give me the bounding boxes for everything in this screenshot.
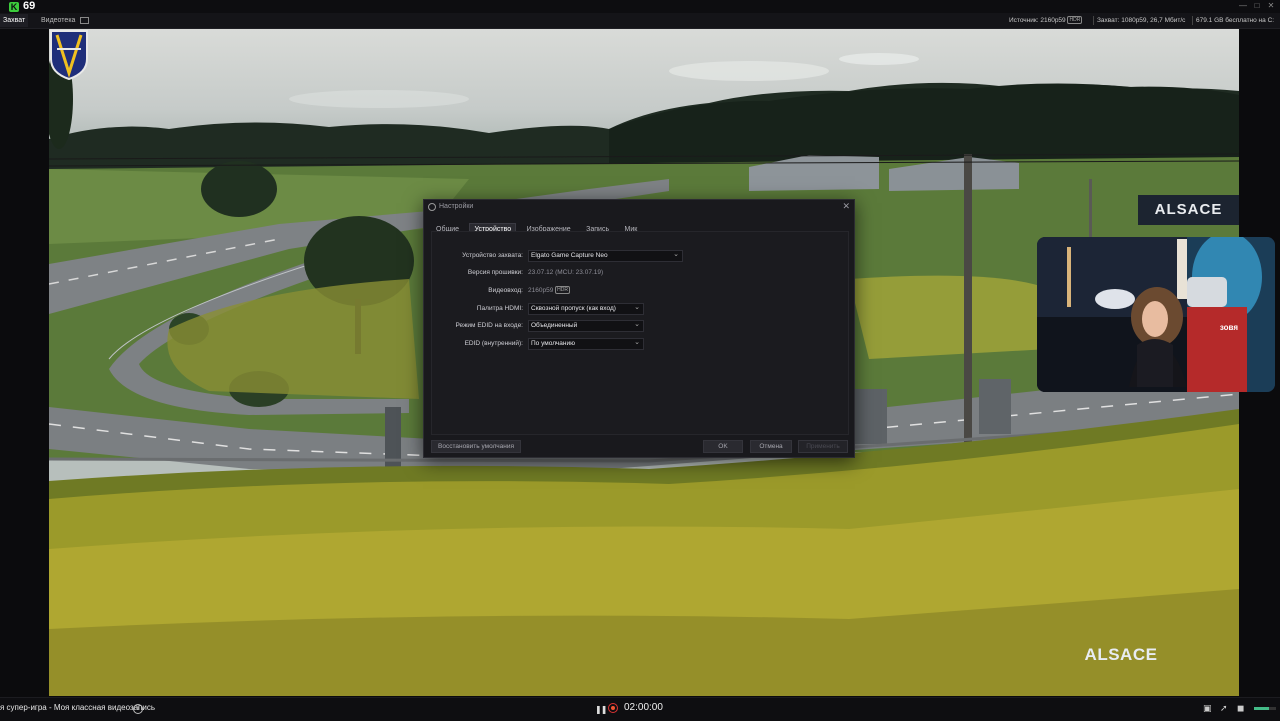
- status-divider: [1093, 16, 1094, 25]
- mode-tab-bar: Захват Видеотека Источник: 2160p59 HDR З…: [0, 13, 1280, 29]
- chevron-down-icon: ⌄: [634, 339, 640, 346]
- dialog-close-icon[interactable]: ✕: [842, 201, 850, 212]
- edid-internal-select[interactable]: По умолчанию ⌄: [528, 338, 644, 350]
- settings-tabs: Общие Устройство Изображение Запись Мик: [431, 218, 643, 237]
- apply-button[interactable]: Применить: [798, 440, 848, 453]
- video-input-hdr-badge: HDR: [555, 286, 570, 295]
- capture-device-value: Elgato Game Capture Neo: [531, 252, 608, 259]
- chevron-down-icon: ⌄: [634, 321, 640, 328]
- video-input-row: Видеовход: 2160p59 HDR: [432, 285, 848, 296]
- hdmi-palette-row: Палитра HDMI: Сквозной пропуск (как вход…: [432, 303, 848, 315]
- minimize-icon[interactable]: —: [1236, 0, 1250, 13]
- edid-mode-row: Режим EDID на входе: Объединенный ⌄: [432, 320, 848, 332]
- capture-device-row: Устройство захвата: Elgato Game Capture …: [432, 250, 848, 262]
- source-status: Источник: 2160p59 HDR: [1009, 14, 1083, 27]
- edid-mode-label: Режим EDID на входе:: [455, 322, 523, 329]
- edid-mode-select[interactable]: Объединенный ⌄: [528, 320, 644, 332]
- status-divider: [1192, 16, 1193, 25]
- video-input-label: Видеовход:: [488, 287, 523, 294]
- record-icon[interactable]: [608, 703, 618, 713]
- hdmi-palette-value: Сквозной пропуск (как вход): [531, 305, 616, 312]
- dialog-title: Настройки: [439, 203, 474, 210]
- info-icon[interactable]: i: [133, 704, 143, 714]
- speaker-icon[interactable]: ◼: [1237, 703, 1244, 714]
- webcam-overlay: зовя: [1037, 237, 1275, 392]
- edid-mode-value: Объединенный: [531, 322, 578, 329]
- restore-defaults-button[interactable]: Восстановить умолчания: [431, 440, 521, 453]
- ok-button[interactable]: OK: [703, 440, 743, 453]
- hdr-badge: HDR: [1067, 16, 1083, 25]
- tab-capture-label: Захват: [3, 17, 26, 24]
- screenshot-icon[interactable]: ▣: [1203, 703, 1212, 714]
- tab-capture[interactable]: Захват: [0, 14, 29, 27]
- hdmi-palette-select[interactable]: Сквозной пропуск (как вход) ⌄: [528, 303, 644, 315]
- firmware-row: Версия прошивки: 23.07.12 (MCU: 23.07.19…: [432, 267, 848, 278]
- tab-library-label: Видеотека: [41, 17, 76, 24]
- tab-library[interactable]: Видеотека: [38, 14, 92, 27]
- library-icon: [80, 16, 90, 24]
- app-logo-icon: K: [9, 2, 19, 12]
- bottom-control-bar: я супер-игра - Моя классная видеозапись …: [0, 697, 1280, 721]
- capture-status: Захват: 1080p59, 26,7 Мбит/с: [1097, 17, 1186, 24]
- recording-timer: 02:00:00: [624, 702, 663, 713]
- fps-counter: 69: [23, 0, 36, 12]
- settings-gear-icon: [428, 203, 436, 211]
- cancel-button[interactable]: Отмена: [750, 440, 792, 453]
- video-input-value: 2160p59 HDR: [528, 285, 570, 296]
- pause-icon[interactable]: ❚❚: [595, 705, 607, 714]
- edid-internal-label: EDID (внутренний):: [464, 340, 523, 347]
- video-input-resolution: 2160p59: [528, 287, 554, 294]
- chevron-down-icon: ⌄: [634, 304, 640, 311]
- alsace-road-sign: ALSACE: [1138, 195, 1239, 225]
- recording-title[interactable]: я супер-игра - Моя классная видеозапись: [0, 703, 155, 712]
- title-bar: K 69 — □ ✕: [0, 0, 1280, 13]
- audio-level-meter[interactable]: [1254, 707, 1276, 710]
- source-status-text: Источник: 2160p59: [1009, 17, 1066, 24]
- firmware-label: Версия прошивки:: [467, 269, 523, 276]
- firmware-value: 23.07.12 (MCU: 23.07.19): [528, 269, 604, 276]
- magic-wand-icon[interactable]: ➚: [1220, 703, 1228, 714]
- alsace-logo-text: ALSACE: [1084, 645, 1158, 664]
- webcam-overlay-text: зовя: [1219, 323, 1238, 332]
- settings-dialog: Настройки ✕ Общие Устройство Изображение…: [423, 199, 855, 458]
- capture-device-select[interactable]: Elgato Game Capture Neo ⌄: [528, 250, 683, 262]
- capture-device-label: Устройство захвата:: [462, 252, 523, 259]
- disk-space-status: 679.1 GB бесплатно на C:: [1196, 17, 1275, 24]
- chevron-down-icon: ⌄: [673, 251, 679, 258]
- edid-internal-row: EDID (внутренний): По умолчанию ⌄: [432, 338, 848, 350]
- device-settings-panel: Устройство захвата: Elgato Game Capture …: [431, 231, 849, 435]
- edid-internal-value: По умолчанию: [531, 340, 575, 347]
- maximize-icon[interactable]: □: [1250, 0, 1264, 13]
- hdmi-palette-label: Палитра HDMI:: [476, 305, 523, 312]
- close-icon[interactable]: ✕: [1264, 0, 1278, 13]
- webcam-feed: [1037, 237, 1275, 392]
- alsace-crest-icon: [50, 30, 88, 81]
